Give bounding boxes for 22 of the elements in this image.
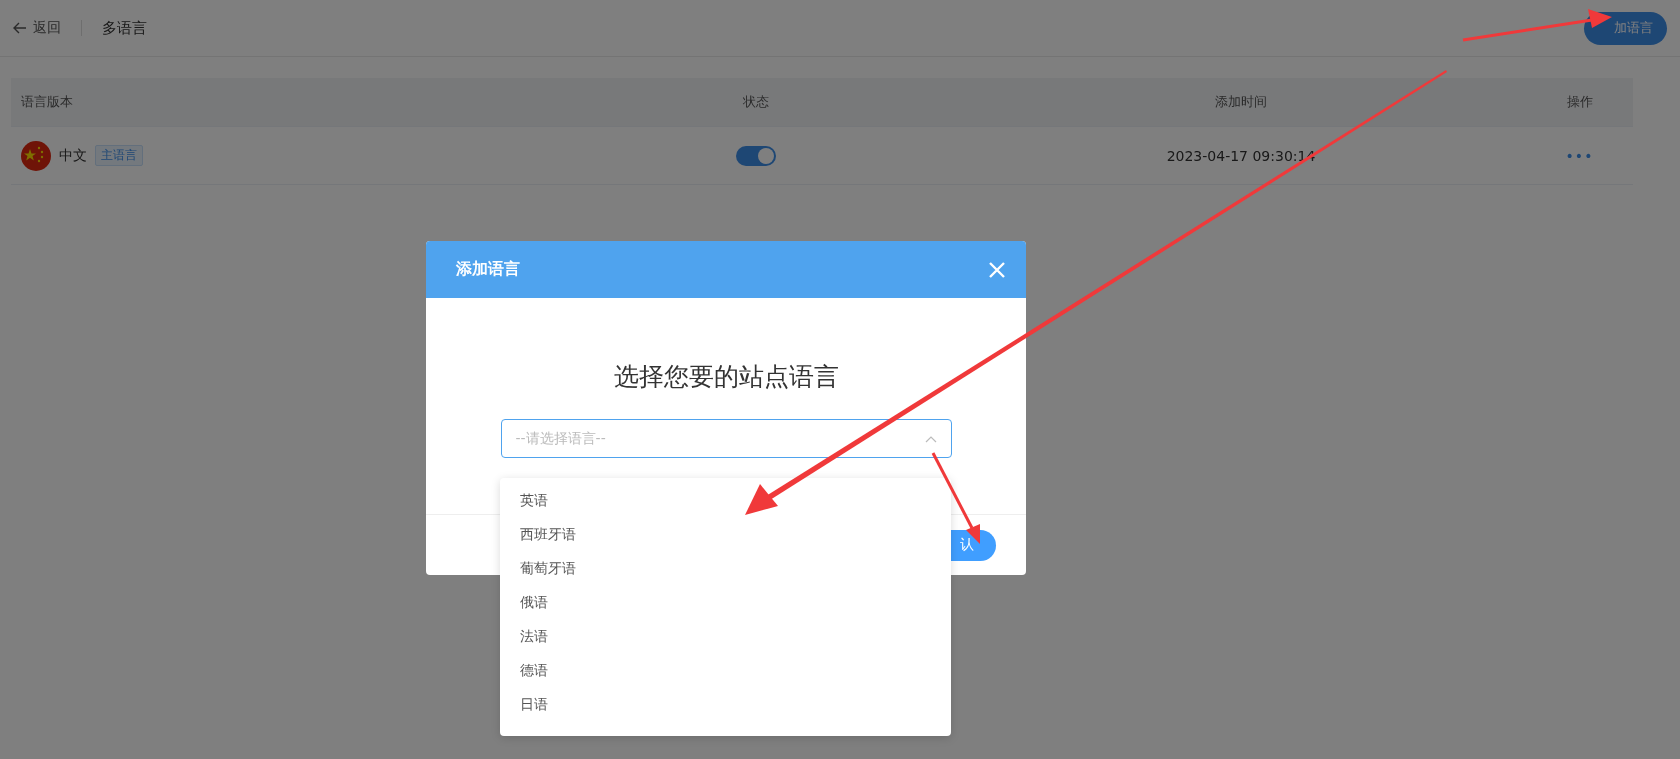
page-title: 多语言 xyxy=(102,18,147,38)
column-header: 操作 xyxy=(1566,93,1593,111)
main-language-tag: 主语言 xyxy=(95,145,143,166)
select-placeholder: --请选择语言-- xyxy=(515,429,606,448)
flag-icon xyxy=(21,140,51,171)
status-toggle[interactable] xyxy=(736,145,776,166)
back-link[interactable]: 返回 xyxy=(13,19,61,37)
language-option[interactable]: 德语 xyxy=(500,654,951,688)
close-button[interactable] xyxy=(988,260,1006,279)
dialog-heading: 选择您要的站点语言 xyxy=(613,361,839,393)
dialog-title: 添加语言 xyxy=(456,259,520,280)
language-option[interactable]: 日语 xyxy=(500,688,951,722)
close-icon xyxy=(988,260,1006,279)
language-option[interactable]: 法语 xyxy=(500,620,951,654)
column-header: 添加时间 xyxy=(1215,93,1267,111)
column-header: 语言版本 xyxy=(20,93,73,111)
chevron-icon xyxy=(924,434,937,443)
column-header: 状态 xyxy=(743,93,769,111)
back-arrow-icon xyxy=(13,22,27,34)
language-option[interactable]: 俄语 xyxy=(500,586,951,620)
language-name: 中文 xyxy=(59,146,87,165)
language-option[interactable]: 英语 xyxy=(500,484,951,518)
